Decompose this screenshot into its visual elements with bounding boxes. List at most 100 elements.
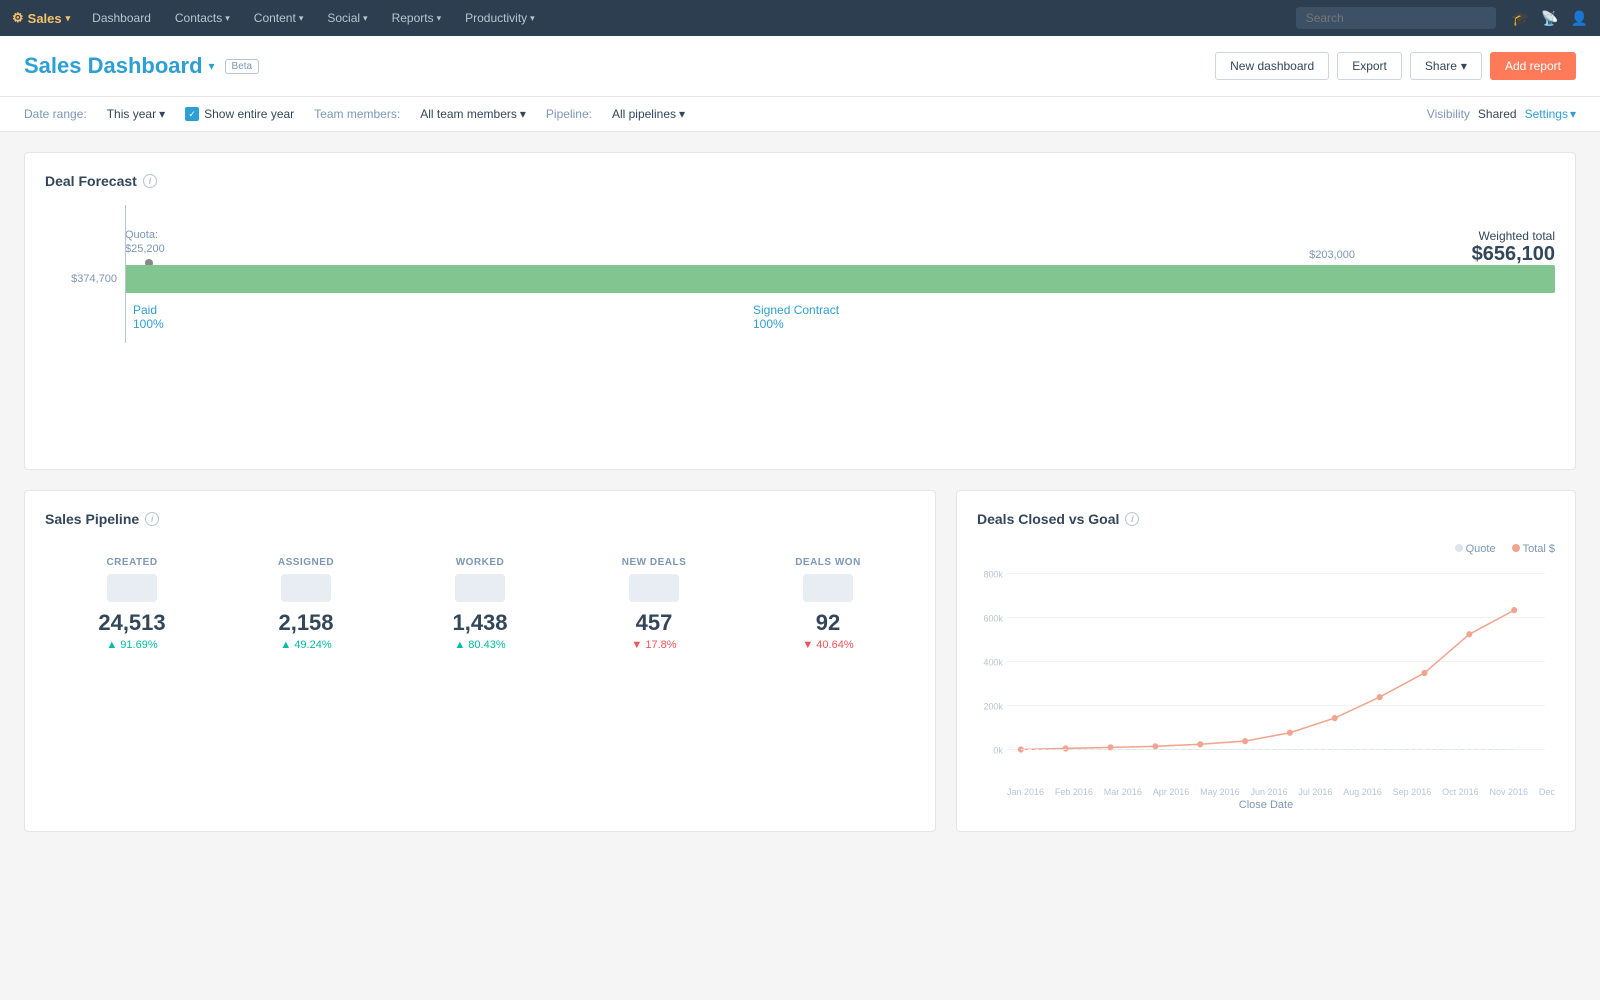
reports-chevron: ▾ [437,13,442,24]
x-axis-label: Jul 2016 [1298,787,1332,797]
x-axis-label: Nov 2016 [1489,787,1528,797]
deals-chart-svg: 800k 600k 400k 200k 0k [977,563,1555,783]
funnel-shape [107,574,157,602]
nav-social[interactable]: Social ▾ [317,0,377,36]
deal-forecast-title: Deal Forecast i [45,173,1555,189]
date-range-select[interactable]: This year ▾ [107,107,165,121]
metric-label: ASSIGNED [219,557,393,568]
pipeline-metric-worked: WORKED 1,438 ▲ 80.43% [393,557,567,651]
x-axis-label: Dec [1539,787,1555,797]
header-actions: New dashboard Export Share ▾ Add report [1215,52,1576,80]
nav-dashboard[interactable]: Dashboard [82,0,161,36]
x-axis-label: Feb 2016 [1055,787,1093,797]
svg-text:400k: 400k [983,657,1003,667]
paid-pct: 100% [133,317,193,331]
search-input[interactable] [1296,7,1496,29]
bar-left-value: $374,700 [45,273,125,285]
metric-change: ▼ 17.8% [567,639,741,651]
sales-pipeline-info-icon[interactable]: i [145,512,159,526]
deals-closed-card: Deals Closed vs Goal i Quote Total $ 800k… [956,490,1576,832]
pipeline-metric-assigned: ASSIGNED 2,158 ▲ 49.24% [219,557,393,651]
x-axis-label: Jun 2016 [1250,787,1287,797]
share-chevron-icon: ▾ [1461,59,1467,73]
x-axis-label: Aug 2016 [1343,787,1382,797]
signed-label: Signed Contract [753,303,839,317]
new-dashboard-button[interactable]: New dashboard [1215,52,1329,80]
nav-contacts[interactable]: Contacts ▾ [165,0,240,36]
export-button[interactable]: Export [1337,52,1402,80]
funnel-shape [629,574,679,602]
metric-label: WORKED [393,557,567,568]
date-range-chevron: ▾ [159,107,165,121]
x-axis-label: May 2016 [1200,787,1240,797]
pipeline-select[interactable]: All pipelines ▾ [612,107,685,121]
show-entire-year-check[interactable]: ✓ Show entire year [185,107,294,121]
funnel-shape [455,574,505,602]
nav-productivity[interactable]: Productivity ▾ [455,0,545,36]
social-chevron: ▾ [363,13,368,24]
brand-logo[interactable]: ⚙ Sales ▾ [12,10,70,26]
deal-forecast-card: Deal Forecast i Weighted total $656,100 … [24,152,1576,470]
settings-link[interactable]: Settings ▾ [1525,107,1576,121]
deals-closed-title: Deals Closed vs Goal i [977,511,1555,527]
filter-bar: Date range: This year ▾ ✓ Show entire ye… [0,97,1600,132]
x-axis-label: Apr 2016 [1153,787,1190,797]
two-col-section: Sales Pipeline i CREATED 24,513 ▲ 91.69%… [24,490,1576,852]
pipeline-metric-created: CREATED 24,513 ▲ 91.69% [45,557,219,651]
svg-text:600k: 600k [983,613,1003,623]
add-report-button[interactable]: Add report [1490,52,1576,80]
settings-chevron: ▾ [1570,107,1576,121]
quota-value: $25,200 [125,243,165,255]
bar-mid-value: $203,000 [1309,249,1355,261]
academy-icon[interactable]: 🎓 [1512,10,1529,27]
user-avatar[interactable]: 👤 [1571,10,1588,27]
metric-label: NEW DEALS [567,557,741,568]
metric-value: 457 [567,610,741,636]
chart-area: 800k 600k 400k 200k 0k [977,563,1555,783]
pipeline-label: Pipeline: [546,107,592,121]
nav-icons-area: 🎓 📡 👤 [1512,10,1588,27]
nav-reports[interactable]: Reports ▾ [382,0,452,36]
notifications-icon[interactable]: 📡 [1541,10,1558,27]
legend-item: Quote [1455,543,1496,555]
metric-value: 24,513 [45,610,219,636]
forecast-area: Weighted total $656,100 Quota: $25,200 $… [45,229,1555,449]
title-dropdown-icon[interactable]: ▾ [209,59,215,73]
productivity-chevron: ▾ [530,13,535,24]
brand-chevron: ▾ [66,13,71,24]
pipeline-metrics: CREATED 24,513 ▲ 91.69% ASSIGNED 2,158 ▲… [45,557,915,651]
x-axis-label: Jan 2016 [1007,787,1044,797]
funnel-shape [803,574,853,602]
share-button[interactable]: Share ▾ [1410,52,1482,80]
contacts-chevron: ▾ [225,13,230,24]
metric-change: ▲ 91.69% [45,639,219,651]
svg-text:200k: 200k [983,701,1003,711]
metric-value: 1,438 [393,610,567,636]
deals-closed-info-icon[interactable]: i [1125,512,1139,526]
sales-pipeline-card: Sales Pipeline i CREATED 24,513 ▲ 91.69%… [24,490,936,832]
legend-item: Total $ [1512,543,1555,555]
hubspot-icon: ⚙ [12,10,24,26]
chart-legend: Quote Total $ [977,543,1555,555]
top-navigation: ⚙ Sales ▾ Dashboard Contacts ▾ Content ▾… [0,0,1600,36]
visibility-area: Visibility Shared Settings ▾ [1427,107,1576,121]
forecast-green-bar: $203,000 [125,265,1555,293]
chart-x-axis: Jan 2016Feb 2016Mar 2016Apr 2016May 2016… [977,787,1555,797]
visibility-value: Shared [1478,107,1517,121]
metric-change: ▼ 40.64% [741,639,915,651]
funnel-shape [281,574,331,602]
nav-content[interactable]: Content ▾ [244,0,314,36]
paid-stage: Paid 100% [133,303,193,331]
beta-badge: Beta [225,59,260,74]
team-members-select[interactable]: All team members ▾ [420,107,526,121]
svg-text:800k: 800k [983,569,1003,579]
close-date-label: Close Date [977,799,1555,811]
metric-value: 92 [741,610,915,636]
metric-label: DEALS WON [741,557,915,568]
date-range-label: Date range: [24,107,87,121]
team-members-label: Team members: [314,107,400,121]
deal-forecast-info-icon[interactable]: i [143,174,157,188]
page-title: Sales Dashboard [24,53,203,79]
x-axis-label: Sep 2016 [1393,787,1432,797]
signed-pct: 100% [753,317,839,331]
